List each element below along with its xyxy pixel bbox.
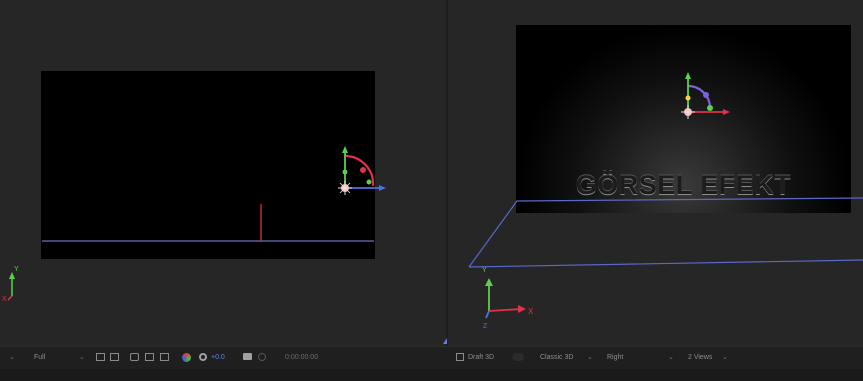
axis-label-x-left: X: [2, 296, 7, 303]
exposure-value[interactable]: +0.0: [211, 353, 225, 363]
axis-label-y-left: Y: [14, 266, 19, 273]
ground-plane-edge-front: [468, 259, 863, 268]
chevron-down-icon[interactable]: ⌄: [587, 353, 593, 363]
draft3d-switch[interactable]: [512, 353, 524, 361]
viewer-toolbar: ⌄ Full ⌄ +0.0 0:00:00:00 Draft 3D Classi…: [0, 346, 863, 369]
panel-resize-handle: [443, 338, 447, 344]
chevron-down-icon[interactable]: ⌄: [668, 353, 674, 363]
transform-gizmo-right: [681, 72, 730, 119]
transparency-grid-icon[interactable]: [110, 353, 119, 361]
safe-margins-icon[interactable]: [145, 353, 154, 361]
draft3d-toggle[interactable]: Draft 3D: [468, 353, 494, 363]
resolution-dropdown[interactable]: Full: [34, 353, 45, 363]
chevron-down-icon[interactable]: ⌄: [722, 353, 728, 363]
chevron-down-icon[interactable]: ⌄: [9, 353, 15, 363]
axis-label-x-right: X: [528, 307, 534, 316]
view-layout-dropdown[interactable]: 2 Views: [688, 353, 712, 363]
timecode[interactable]: 0:00:00:00: [285, 353, 318, 363]
axis-label-z-right: Z: [483, 323, 488, 330]
exposure-reset-icon[interactable]: [199, 353, 207, 361]
renderer-dropdown[interactable]: Classic 3D: [540, 353, 573, 363]
axis-indicator-left: [7, 272, 15, 301]
draft3d-icon[interactable]: [456, 353, 464, 361]
region-icon[interactable]: [96, 353, 105, 361]
transform-gizmo-left: [338, 146, 386, 195]
bottom-strip: [0, 369, 863, 381]
view-dropdown[interactable]: Right: [607, 353, 623, 363]
viewport-overlay: Y X Y X Z: [2, 72, 863, 344]
chevron-down-icon[interactable]: ⌄: [79, 353, 85, 363]
channel-icon[interactable]: [182, 353, 191, 362]
camera-icon[interactable]: [243, 353, 252, 360]
ground-plane-edge-left: [468, 197, 863, 268]
axis-indicator-right: [485, 278, 526, 319]
show-snapshot-icon[interactable]: [258, 353, 266, 361]
mask-icon[interactable]: [130, 353, 139, 361]
grid-icon[interactable]: [160, 353, 169, 361]
axis-label-y-right: Y: [482, 267, 487, 274]
